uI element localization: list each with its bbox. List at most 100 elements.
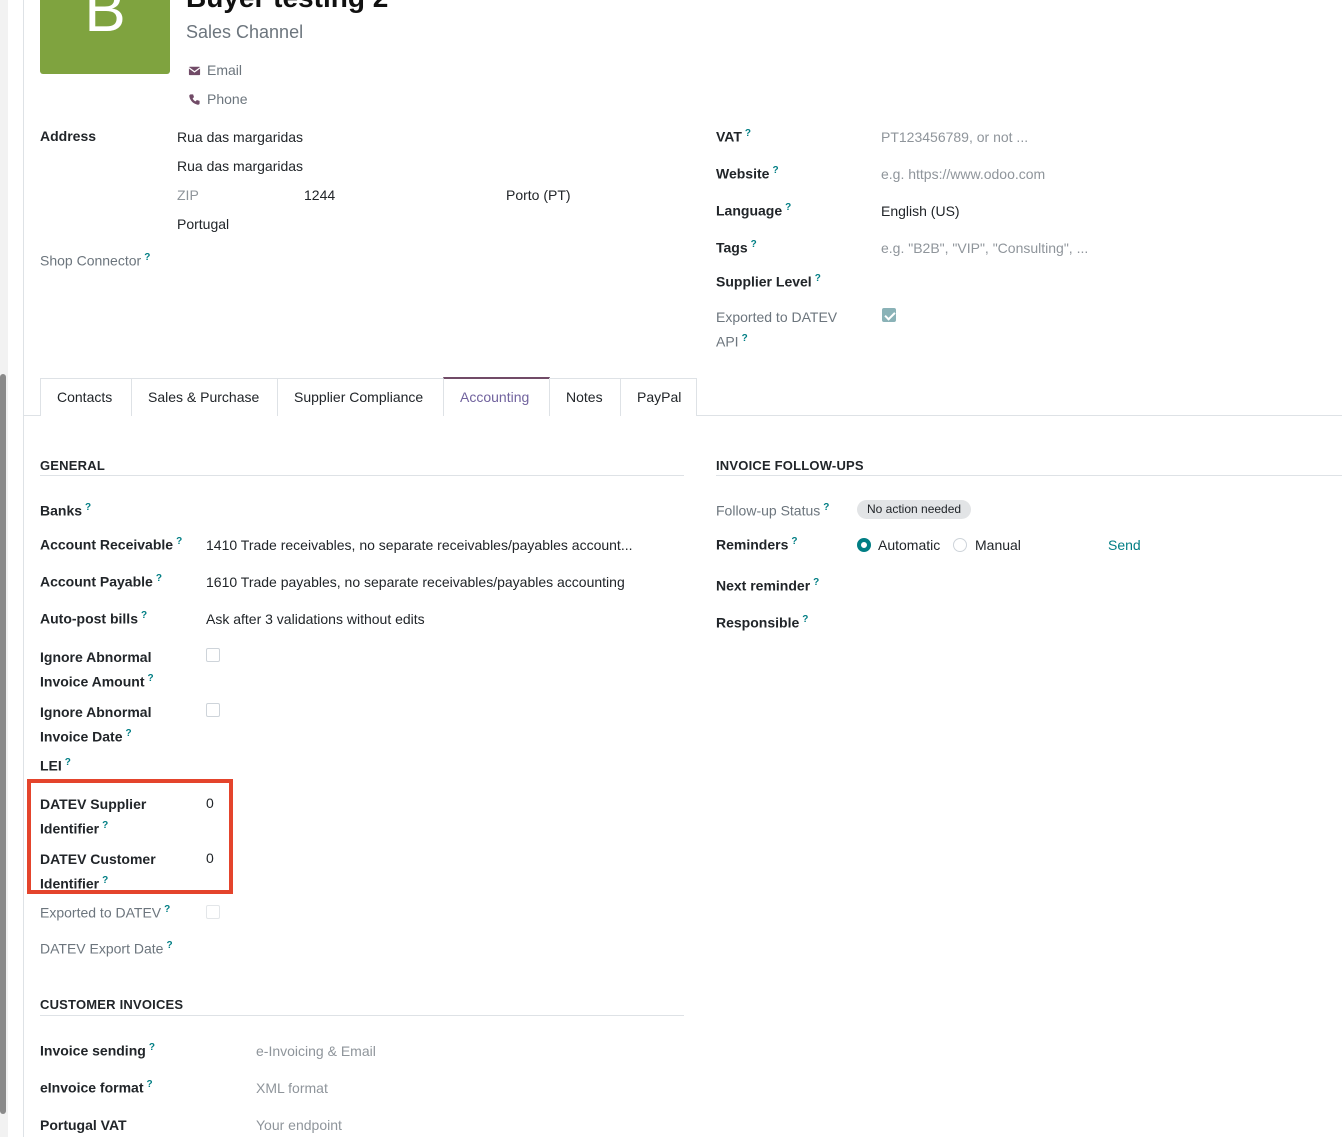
help-icon[interactable]: ? (141, 610, 147, 621)
exported-datev-label: Exported to DATEV? (40, 904, 170, 921)
einvoice-format-field[interactable]: XML format (256, 1080, 328, 1096)
city-field[interactable]: 1244 (304, 187, 335, 203)
language-text: Language (716, 202, 783, 219)
responsible-text: Responsible (716, 614, 800, 631)
account-payable-label: Account Payable? (40, 573, 162, 590)
ignore-date-text-2: Invoice Date (40, 728, 123, 745)
account-receivable-field[interactable]: 1410 Trade receivables, no separate rece… (206, 537, 633, 553)
help-icon[interactable]: ? (164, 904, 170, 915)
avatar-letter: B (84, 0, 126, 45)
automatic-radio[interactable] (857, 538, 871, 552)
portugal-vat-field[interactable]: Your endpoint (256, 1117, 342, 1133)
datev-export-date-label: DATEV Export Date? (40, 940, 173, 957)
tab-supplier-compliance[interactable]: Supplier Compliance (277, 378, 444, 416)
invoice-sending-text: Invoice sending (40, 1042, 146, 1059)
help-icon[interactable]: ? (144, 252, 150, 263)
tab-paypal[interactable]: PayPal (620, 378, 697, 416)
next-reminder-text: Next reminder (716, 577, 811, 594)
automatic-radio-label[interactable]: Automatic (878, 537, 940, 553)
exported-datev-api-text-1: Exported to DATEV (716, 309, 838, 325)
address-label: Address (40, 128, 97, 144)
help-icon[interactable]: ? (176, 536, 182, 547)
highlight-box (27, 779, 233, 894)
help-icon[interactable]: ? (823, 502, 829, 513)
state-field[interactable]: Porto (PT) (506, 187, 571, 203)
invoice-sending-field[interactable]: e-Invoicing & Email (256, 1043, 376, 1059)
website-field[interactable]: e.g. https://www.odoo.com (881, 166, 1045, 182)
help-icon[interactable]: ? (156, 573, 162, 584)
tab-notes[interactable]: Notes (549, 378, 621, 416)
page-title[interactable]: Buyer testing 2 (186, 0, 388, 14)
exported-datev-api-label: Exported to DATEV API? (716, 307, 837, 353)
account-receivable-text: Account Receivable (40, 536, 174, 553)
help-icon[interactable]: ? (742, 333, 748, 344)
auto-post-text: Auto-post bills (40, 610, 138, 627)
phone-icon (189, 94, 200, 105)
email-placeholder: Email (207, 62, 243, 78)
help-icon[interactable]: ? (149, 1042, 155, 1053)
datev-export-date-text: DATEV Export Date (40, 940, 164, 957)
help-icon[interactable]: ? (815, 273, 821, 284)
vat-label: VAT? (716, 128, 751, 145)
followup-status-badge: No action needed (857, 500, 972, 519)
supplier-level-label: Supplier Level? (716, 273, 821, 290)
lei-text: LEI (40, 757, 62, 774)
country-field[interactable]: Portugal (177, 216, 229, 232)
followup-status-text: Follow-up Status (716, 502, 821, 519)
help-icon[interactable]: ? (125, 728, 131, 739)
street-field[interactable]: Rua das margaridas (177, 129, 303, 145)
tab-accounting[interactable]: Accounting (443, 377, 550, 416)
followups-section-line (716, 475, 1342, 476)
sheet-border (23, 0, 24, 1137)
supplier-level-text: Supplier Level (716, 273, 812, 290)
help-icon[interactable]: ? (791, 536, 797, 547)
einvoice-format-label: eInvoice format? (40, 1079, 153, 1096)
general-section-title: GENERAL (40, 458, 105, 473)
help-icon[interactable]: ? (813, 577, 819, 588)
tags-field[interactable]: e.g. "B2B", "VIP", "Consulting", ... (881, 240, 1088, 256)
exported-datev-api-checkbox[interactable] (882, 308, 896, 322)
general-section-line (40, 475, 684, 476)
ignore-amount-text-2: Invoice Amount (40, 673, 145, 690)
tab-contacts[interactable]: Contacts (40, 378, 132, 416)
send-button[interactable]: Send (1108, 537, 1141, 553)
sales-channel-field[interactable]: Sales Channel (186, 22, 303, 43)
exported-datev-text: Exported to DATEV (40, 904, 162, 921)
zip-field[interactable]: ZIP (177, 187, 199, 203)
help-icon[interactable]: ? (85, 502, 91, 513)
street2-field[interactable]: Rua das margaridas (177, 158, 303, 174)
ignore-date-checkbox[interactable] (206, 703, 220, 717)
auto-post-select[interactable]: Ask after 3 validations without edits (206, 611, 425, 627)
banks-text: Banks (40, 502, 83, 519)
auto-post-label: Auto-post bills? (40, 610, 147, 627)
account-receivable-label: Account Receivable? (40, 536, 182, 553)
manual-radio-label[interactable]: Manual (975, 537, 1021, 553)
email-field[interactable]: Email (188, 62, 242, 78)
followup-status-label: Follow-up Status? (716, 502, 829, 519)
phone-field[interactable]: Phone (188, 91, 247, 107)
portugal-vat-label: Portugal VAT (40, 1117, 127, 1133)
help-icon[interactable]: ? (148, 673, 154, 684)
ignore-amount-label: Ignore Abnormal Invoice Amount? (40, 647, 154, 693)
ignore-amount-checkbox[interactable] (206, 648, 220, 662)
scrollbar[interactable] (0, 374, 6, 1114)
account-payable-field[interactable]: 1610 Trade payables, no separate receiva… (206, 574, 625, 590)
exported-datev-checkbox (206, 905, 220, 919)
help-icon[interactable]: ? (65, 757, 71, 768)
language-select[interactable]: English (US) (881, 203, 960, 219)
help-icon[interactable]: ? (772, 165, 778, 176)
ignore-amount-text-1: Ignore Abnormal (40, 649, 152, 665)
help-icon[interactable]: ? (802, 614, 808, 625)
vat-field[interactable]: PT123456789, or not ... (881, 129, 1028, 145)
help-icon[interactable]: ? (745, 128, 751, 139)
exported-datev-api-text-2: API (716, 333, 739, 350)
ignore-date-label: Ignore Abnormal Invoice Date? (40, 702, 152, 748)
avatar[interactable]: B (40, 0, 170, 74)
tags-label: Tags? (716, 239, 757, 256)
help-icon[interactable]: ? (785, 202, 791, 213)
help-icon[interactable]: ? (146, 1079, 152, 1090)
help-icon[interactable]: ? (751, 239, 757, 250)
manual-radio[interactable] (953, 538, 967, 552)
tab-sales-purchase[interactable]: Sales & Purchase (131, 378, 278, 416)
help-icon[interactable]: ? (166, 940, 172, 951)
